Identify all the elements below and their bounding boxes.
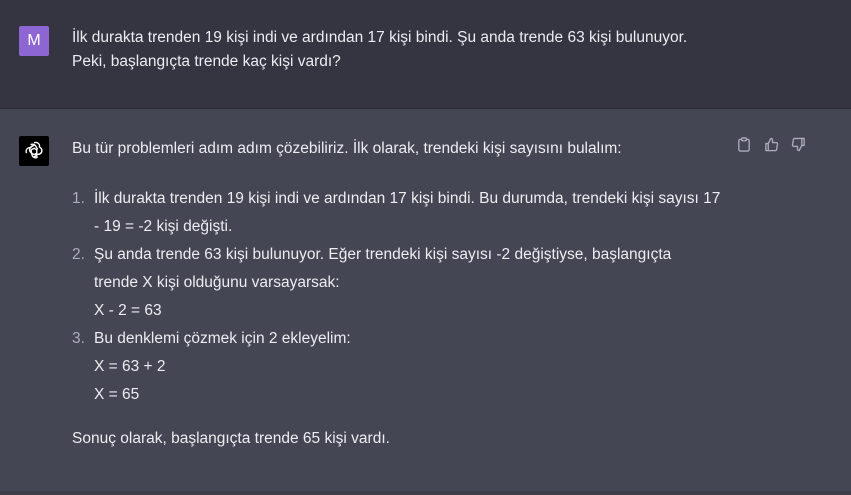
message-actions bbox=[736, 136, 806, 152]
thumbs-up-icon[interactable] bbox=[763, 136, 779, 152]
user-avatar: M bbox=[19, 26, 49, 56]
list-item: 2. Şu anda trende 63 kişi bulunuyor. Eğe… bbox=[72, 241, 752, 325]
chatgpt-logo-icon bbox=[19, 136, 49, 166]
solution-steps: 1. İlk durakta trenden 19 kişi indi ve a… bbox=[72, 185, 752, 409]
user-message-row: M İlk durakta trenden 19 kişi indi ve ar… bbox=[0, 0, 851, 109]
step-line: X = 65 bbox=[94, 386, 140, 403]
step-line: X = 63 + 2 bbox=[94, 358, 166, 375]
assistant-conclusion: Sonuç olarak, başlangıçta trende 65 kişi… bbox=[72, 430, 390, 447]
divider bbox=[0, 491, 851, 495]
list-item: 3. Bu denklemi çözmek için 2 ekleyelim: … bbox=[72, 325, 752, 409]
step-line: - 19 = -2 kişi değişti. bbox=[94, 218, 233, 235]
step-line: trende X kişi olduğunu varsayarsak: bbox=[94, 274, 340, 291]
step-line: İlk durakta trenden 19 kişi indi ve ardı… bbox=[94, 190, 721, 207]
step-line: X - 2 = 63 bbox=[94, 302, 162, 319]
thumbs-down-icon[interactable] bbox=[790, 136, 806, 152]
step-number: 3. bbox=[72, 330, 85, 347]
clipboard-icon[interactable] bbox=[736, 136, 752, 152]
assistant-message-row: Bu tür problemleri adım adım çözebiliriz… bbox=[0, 109, 851, 495]
user-message-text: İlk durakta trenden 19 kişi indi ve ardı… bbox=[72, 26, 772, 74]
user-message-line: İlk durakta trenden 19 kişi indi ve ardı… bbox=[72, 29, 688, 46]
list-item: 1. İlk durakta trenden 19 kişi indi ve a… bbox=[72, 185, 752, 241]
user-message-line: Peki, başlangıçta trende kaç kişi vardı? bbox=[72, 53, 341, 70]
step-number: 1. bbox=[72, 190, 85, 207]
step-line: Şu anda trende 63 kişi bulunuyor. Eğer t… bbox=[94, 246, 672, 263]
assistant-intro: Bu tür problemleri adım adım çözebiliriz… bbox=[72, 140, 622, 157]
step-number: 2. bbox=[72, 246, 85, 263]
step-line: Bu denklemi çözmek için 2 ekleyelim: bbox=[94, 330, 351, 347]
